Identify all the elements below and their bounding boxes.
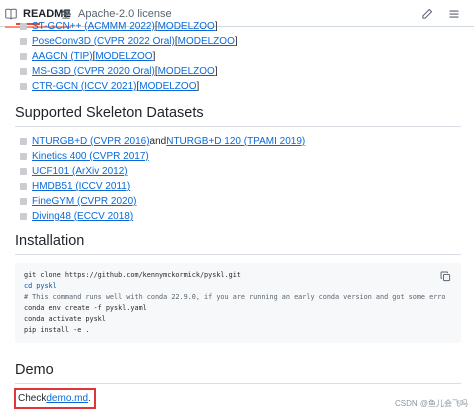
checkbox-icon <box>20 83 27 90</box>
scale-icon <box>61 8 71 19</box>
dataset-link[interactable]: FineGYM (CVPR 2020) <box>32 194 136 209</box>
code-line: cd pyskl <box>24 282 57 290</box>
list-item-link[interactable]: ST-GCN++ (ACMMM 2022) <box>32 19 155 34</box>
installation-heading: Installation <box>15 233 85 249</box>
datasets-list: NTURGB+D (CVPR 2016) and NTURGB+D 120 (T… <box>20 134 305 224</box>
demo-heading: Demo <box>15 362 54 378</box>
demo-highlight-box: Check demo.md . <box>14 388 96 409</box>
list-item: Diving48 (ECCV 2018) <box>20 209 305 224</box>
list-item-link[interactable]: MS-G3D (CVPR 2020 Oral) <box>32 64 155 79</box>
install-code-block: git clone https://github.com/kennymckorm… <box>15 263 461 343</box>
watermark: CSDN @鱼儿会飞吗 <box>394 399 468 408</box>
checkbox-icon <box>20 23 27 30</box>
dataset-link[interactable]: Kinetics 400 (CVPR 2017) <box>32 149 149 164</box>
list-item: ST-GCN++ (ACMMM 2022) [ MODELZOO ] <box>20 19 238 34</box>
datasets-heading: Supported Skeleton Datasets <box>15 105 204 121</box>
list-item: UCF101 (ArXiv 2012) <box>20 164 305 179</box>
checkbox-icon <box>20 138 27 145</box>
checkbox-icon <box>20 68 27 75</box>
checkbox-icon <box>20 183 27 190</box>
heading-divider <box>15 383 461 384</box>
list-item: PoseConv3D (CVPR 2022 Oral) [ MODELZOO ] <box>20 34 238 49</box>
pencil-icon[interactable] <box>421 7 433 19</box>
list-icon[interactable] <box>448 7 460 19</box>
list-item-link[interactable]: AAGCN (TIP) <box>32 49 93 64</box>
code-line: pip install -e . <box>24 326 90 334</box>
code-line: conda env create -f pyskl.yaml <box>24 304 147 312</box>
code-content: git clone https://github.com/kennymckorm… <box>24 270 445 336</box>
checkbox-icon <box>20 213 27 220</box>
heading-divider <box>15 254 461 255</box>
copy-icon[interactable] <box>440 269 451 282</box>
book-icon <box>5 8 17 19</box>
modelzoo-link[interactable]: MODELZOO <box>95 49 152 64</box>
checkbox-icon <box>20 168 27 175</box>
demo-link[interactable]: demo.md <box>46 393 88 404</box>
model-list: ST-GCN++ (ACMMM 2022) [ MODELZOO ] PoseC… <box>20 19 238 94</box>
code-line: conda activate pyskl <box>24 315 106 323</box>
dataset-link[interactable]: Diving48 (ECCV 2018) <box>32 209 133 224</box>
checkbox-icon <box>20 53 27 60</box>
tab-license-label: Apache-2.0 license <box>78 7 172 20</box>
code-line: git clone https://github.com/kennymckorm… <box>24 271 241 279</box>
modelzoo-link[interactable]: MODELZOO <box>139 79 196 94</box>
checkbox-icon <box>20 198 27 205</box>
list-item: AAGCN (TIP) [ MODELZOO ] <box>20 49 238 64</box>
list-item: Kinetics 400 (CVPR 2017) <box>20 149 305 164</box>
dataset-link[interactable]: NTURGB+D (CVPR 2016) <box>32 134 150 149</box>
dataset-link[interactable]: HMDB51 (ICCV 2011) <box>32 179 130 194</box>
modelzoo-link[interactable]: MODELZOO <box>178 34 235 49</box>
list-item: FineGYM (CVPR 2020) <box>20 194 305 209</box>
code-line: # This command runs well with conda 22.9… <box>24 293 446 301</box>
list-item: CTR-GCN (ICCV 2021) [ MODELZOO ] <box>20 79 238 94</box>
list-item: HMDB51 (ICCV 2011) <box>20 179 305 194</box>
checkbox-icon <box>20 38 27 45</box>
list-item-link[interactable]: PoseConv3D (CVPR 2022 Oral) <box>32 34 175 49</box>
demo-text-prefix: Check <box>18 393 47 404</box>
heading-divider <box>15 126 461 127</box>
modelzoo-link[interactable]: MODELZOO <box>158 64 215 79</box>
list-item-link[interactable]: CTR-GCN (ICCV 2021) <box>32 79 136 94</box>
modelzoo-link[interactable]: MODELZOO <box>158 19 215 34</box>
dataset-link[interactable]: NTURGB+D 120 (TPAMI 2019) <box>166 134 305 149</box>
demo-text-suffix: . <box>88 393 91 404</box>
list-item: NTURGB+D (CVPR 2016) and NTURGB+D 120 (T… <box>20 134 305 149</box>
checkbox-icon <box>20 153 27 160</box>
list-item: MS-G3D (CVPR 2020 Oral) [ MODELZOO ] <box>20 64 238 79</box>
dataset-link[interactable]: UCF101 (ArXiv 2012) <box>32 164 128 179</box>
